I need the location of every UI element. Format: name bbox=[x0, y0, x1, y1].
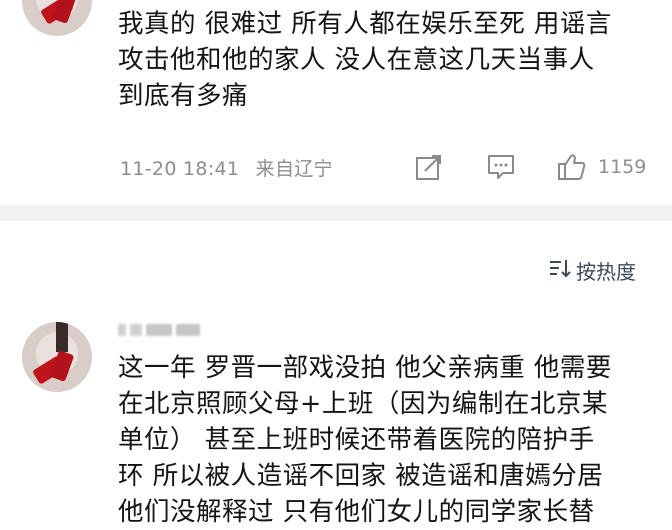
comment-line: 攻击他和他的家人 没人在意这几天当事人 bbox=[118, 45, 595, 75]
comment-line: 在北京照顾父母+上班（因为编制在北京某 bbox=[118, 389, 608, 419]
comment-line: 这一年 罗晋一部戏没拍 他父亲病重 他需要 bbox=[118, 353, 612, 383]
comment-date: 11-20 18:41 bbox=[120, 158, 240, 180]
share-icon[interactable] bbox=[414, 152, 444, 182]
avatar[interactable] bbox=[22, 322, 92, 392]
comment-line: 我真的 很难过 所有人都在娱乐至死 用谣言 bbox=[118, 9, 612, 39]
comment-line: 环 所以被人造谣不回家 被造谣和唐嫣分居 bbox=[118, 461, 604, 491]
like-count: 1159 bbox=[598, 156, 647, 178]
username-masked[interactable] bbox=[118, 324, 200, 336]
sort-label: 按热度 bbox=[576, 260, 636, 284]
comment-text: 这一年 罗晋一部戏没拍 他父亲病重 他需要 在北京照顾父母+上班（因为编制在北京… bbox=[118, 350, 658, 530]
comment-text: 我真的 很难过 所有人都在娱乐至死 用谣言 攻击他和他的家人 没人在意这几天当事… bbox=[118, 6, 658, 114]
comment-line: 单位） 甚至上班时候还带着医院的陪护手 bbox=[118, 425, 595, 455]
comment-location: 来自辽宁 bbox=[255, 158, 333, 180]
sort-icon bbox=[548, 257, 572, 284]
avatar[interactable] bbox=[22, 0, 92, 36]
section-divider bbox=[0, 205, 672, 221]
comment-line: 他们没解释过 只有他们女儿的同学家长替 bbox=[118, 497, 595, 527]
comment-line: 到底有多痛 bbox=[118, 81, 249, 111]
sort-button[interactable]: 按热度 bbox=[548, 256, 636, 285]
thumbs-up-icon[interactable] bbox=[556, 152, 586, 182]
comment-meta: 11-20 18:41 来自辽宁 bbox=[120, 154, 333, 181]
comment-icon[interactable] bbox=[486, 152, 516, 182]
